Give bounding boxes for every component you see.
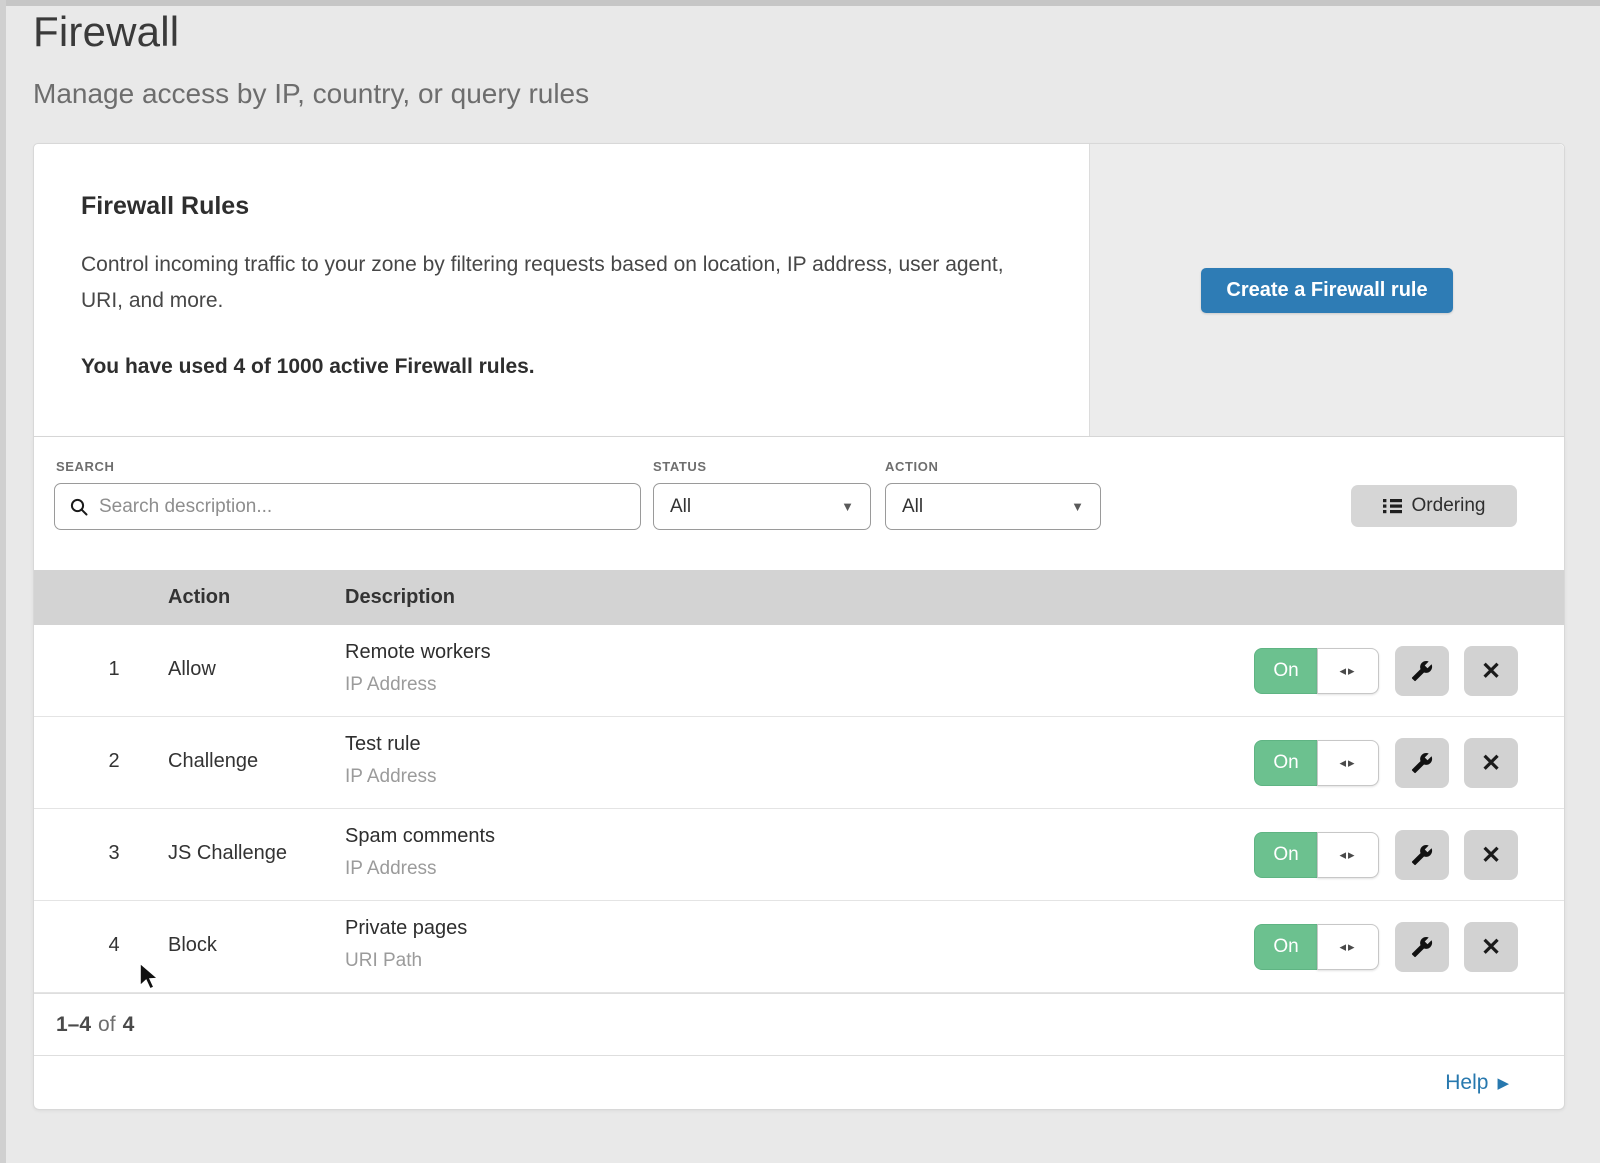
firewall-rules-intro-card: Firewall Rules Control incoming traffic … [33, 143, 1565, 437]
toggle-on-label: On [1254, 924, 1317, 970]
rule-description: Remote workers [345, 641, 491, 664]
close-icon: ✕ [1481, 657, 1501, 686]
rule-enabled-toggle[interactable]: On ◂▸ [1254, 740, 1379, 786]
status-select[interactable]: All ▼ [653, 483, 871, 530]
page-header: Firewall Manage access by IP, country, o… [33, 8, 589, 110]
search-box[interactable] [54, 483, 641, 530]
rule-priority: 3 [94, 842, 134, 865]
table-row: 3 JS Challenge Spam comments IP Address … [34, 809, 1564, 901]
intro-description: Control incoming traffic to your zone by… [81, 247, 1029, 319]
rule-criteria: IP Address [345, 674, 437, 696]
close-icon: ✕ [1481, 933, 1501, 962]
search-input[interactable] [99, 496, 626, 518]
edit-rule-button[interactable] [1395, 922, 1449, 972]
rule-description: Test rule [345, 733, 421, 756]
create-firewall-rule-button[interactable]: Create a Firewall rule [1201, 268, 1452, 313]
wrench-icon [1411, 752, 1433, 774]
window-edge-top [0, 0, 1600, 6]
edit-rule-button[interactable] [1395, 830, 1449, 880]
toggle-on-label: On [1254, 648, 1317, 694]
page-subtitle: Manage access by IP, country, or query r… [33, 78, 589, 110]
wrench-icon [1411, 660, 1433, 682]
toggle-drag-handle[interactable]: ◂▸ [1317, 832, 1379, 878]
rule-criteria: IP Address [345, 858, 437, 880]
delete-rule-button[interactable]: ✕ [1464, 830, 1518, 880]
pagination-status: 1–4 of 4 [34, 993, 1564, 1055]
toggle-drag-handle[interactable]: ◂▸ [1317, 648, 1379, 694]
wrench-icon [1411, 844, 1433, 866]
rule-enabled-toggle[interactable]: On ◂▸ [1254, 832, 1379, 878]
pagination-total: 4 [123, 1013, 135, 1037]
page-title: Firewall [33, 8, 589, 56]
close-icon: ✕ [1481, 841, 1501, 870]
intro-heading: Firewall Rules [81, 192, 1029, 221]
column-header-description: Description [345, 586, 455, 609]
search-icon [69, 497, 89, 517]
ordering-button-label: Ordering [1412, 495, 1486, 517]
search-label: SEARCH [56, 459, 115, 474]
action-select[interactable]: All ▼ [885, 483, 1101, 530]
arrow-right-icon: ▶ [1497, 1074, 1509, 1092]
pagination-range: 1–4 [56, 1013, 91, 1037]
rule-enabled-toggle[interactable]: On ◂▸ [1254, 648, 1379, 694]
rule-criteria: IP Address [345, 766, 437, 788]
ordering-button[interactable]: Ordering [1351, 485, 1517, 527]
status-label: STATUS [653, 459, 707, 474]
help-link[interactable]: Help ▶ [1445, 1071, 1509, 1095]
pagination-of-label: of [98, 1013, 116, 1037]
chevron-down-icon: ▼ [841, 499, 854, 514]
rule-criteria: URI Path [345, 950, 422, 972]
table-header: Action Description [34, 570, 1564, 625]
delete-rule-button[interactable]: ✕ [1464, 738, 1518, 788]
chevron-down-icon: ▼ [1071, 499, 1084, 514]
help-link-label: Help [1445, 1071, 1488, 1095]
column-header-action: Action [168, 586, 230, 609]
rule-priority: 1 [94, 658, 134, 681]
intro-action-panel: Create a Firewall rule [1089, 144, 1564, 436]
wrench-icon [1411, 936, 1433, 958]
table-row: 2 Challenge Test rule IP Address On ◂▸ ✕ [34, 717, 1564, 809]
rule-action: Challenge [168, 750, 258, 773]
rule-priority: 4 [94, 934, 134, 957]
delete-rule-button[interactable]: ✕ [1464, 922, 1518, 972]
rule-action: JS Challenge [168, 842, 287, 865]
action-label: ACTION [885, 459, 938, 474]
rules-table-body: 1 Allow Remote workers IP Address On ◂▸ … [34, 625, 1564, 993]
rule-enabled-toggle[interactable]: On ◂▸ [1254, 924, 1379, 970]
edit-rule-button[interactable] [1395, 646, 1449, 696]
ordered-list-icon [1383, 498, 1402, 514]
table-row: 1 Allow Remote workers IP Address On ◂▸ … [34, 625, 1564, 717]
delete-rule-button[interactable]: ✕ [1464, 646, 1518, 696]
rule-priority: 2 [94, 750, 134, 773]
rules-usage-note: You have used 4 of 1000 active Firewall … [81, 355, 1029, 379]
rule-description: Spam comments [345, 825, 495, 848]
toggle-on-label: On [1254, 740, 1317, 786]
close-icon: ✕ [1481, 749, 1501, 778]
status-selected-value: All [670, 496, 691, 518]
edit-rule-button[interactable] [1395, 738, 1449, 788]
table-row: 4 Block Private pages URI Path On ◂▸ ✕ [34, 901, 1564, 993]
rule-description: Private pages [345, 917, 467, 940]
rule-action: Allow [168, 658, 216, 681]
toggle-drag-handle[interactable]: ◂▸ [1317, 740, 1379, 786]
toggle-on-label: On [1254, 832, 1317, 878]
action-selected-value: All [902, 496, 923, 518]
toggle-drag-handle[interactable]: ◂▸ [1317, 924, 1379, 970]
rules-list-card: SEARCH STATUS All ▼ ACTION All ▼ Orderin… [33, 437, 1565, 1110]
card-footer: Help ▶ [34, 1055, 1564, 1109]
intro-text-block: Firewall Rules Control incoming traffic … [34, 144, 1089, 436]
rule-action: Block [168, 934, 217, 957]
window-edge-left [0, 0, 6, 1163]
